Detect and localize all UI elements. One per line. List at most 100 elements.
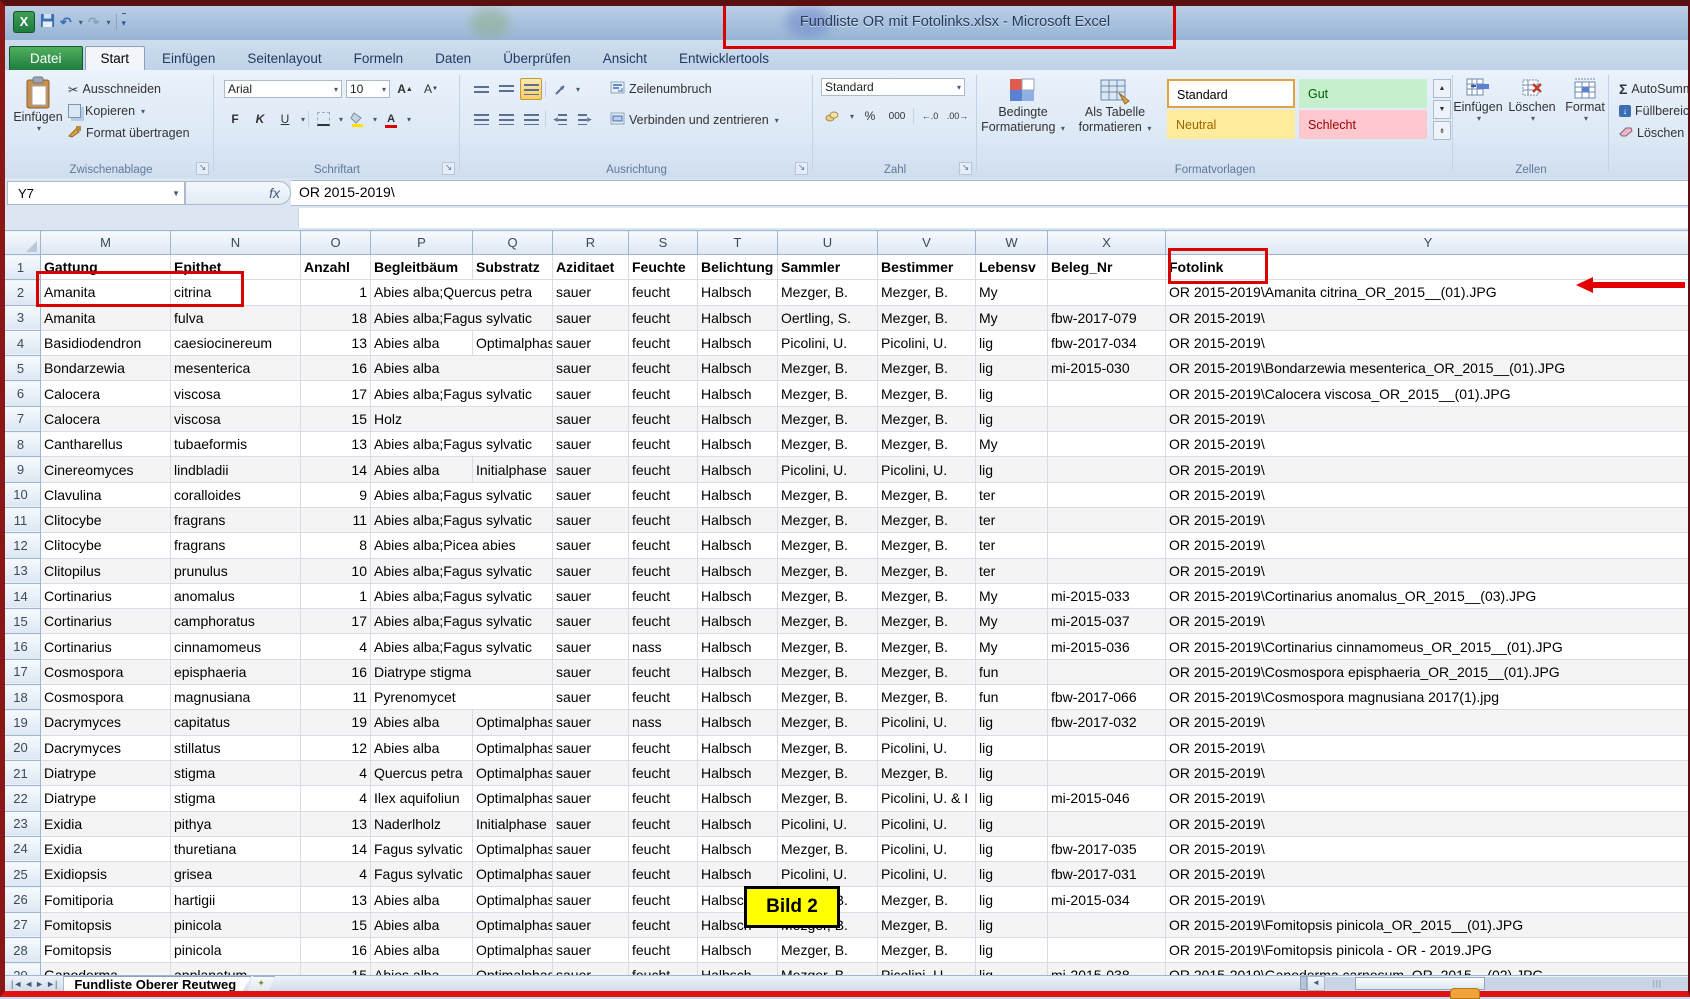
- row-number[interactable]: 29: [1, 963, 41, 975]
- cell[interactable]: Optimalphase: [473, 938, 553, 963]
- cell[interactable]: Abies alba;Picea abies: [371, 533, 553, 558]
- name-box[interactable]: Y7▼: [7, 181, 185, 205]
- row-number[interactable]: 23: [1, 811, 41, 836]
- tab-start[interactable]: Start: [85, 46, 146, 70]
- cell[interactable]: grisea: [171, 862, 301, 887]
- cell[interactable]: feucht: [629, 507, 698, 532]
- cell[interactable]: Mezger, B.: [778, 735, 878, 760]
- cell[interactable]: 14: [301, 457, 371, 482]
- cell[interactable]: Halbsch: [698, 482, 778, 507]
- cell[interactable]: mi-2015-037: [1048, 609, 1166, 634]
- cell[interactable]: sauer: [553, 938, 629, 963]
- cell[interactable]: lig: [976, 735, 1048, 760]
- cell[interactable]: sauer: [553, 305, 629, 330]
- cell[interactable]: OR 2015-2019\Cosmospora magnusiana 2017(…: [1166, 685, 1690, 710]
- cell[interactable]: feucht: [629, 305, 698, 330]
- row-number[interactable]: 9: [1, 457, 41, 482]
- cell[interactable]: feucht: [629, 406, 698, 431]
- cell[interactable]: sauer: [553, 887, 629, 912]
- cell[interactable]: Mezger, B.: [778, 609, 878, 634]
- cell[interactable]: Abies alba;Fagus sylvatic: [371, 634, 553, 659]
- cell[interactable]: Optimalphase: [473, 760, 553, 785]
- cell[interactable]: [1048, 482, 1166, 507]
- cell[interactable]: OR 2015-2019\: [1166, 507, 1690, 532]
- cell[interactable]: lig: [976, 786, 1048, 811]
- fill-color-button[interactable]: [346, 108, 368, 130]
- cell[interactable]: Mezger, B.: [778, 406, 878, 431]
- cell[interactable]: Halbsch: [698, 457, 778, 482]
- cell[interactable]: nass: [629, 634, 698, 659]
- cell[interactable]: ter: [976, 533, 1048, 558]
- cell[interactable]: Halbsch: [698, 330, 778, 355]
- formula-input[interactable]: OR 2015-2019\: [291, 180, 1690, 206]
- cell[interactable]: Mezger, B.: [878, 583, 976, 608]
- cell[interactable]: stigma: [171, 760, 301, 785]
- cell[interactable]: Halbsch: [698, 432, 778, 457]
- cell[interactable]: Mezger, B.: [878, 760, 976, 785]
- cell[interactable]: fbw-2017-034: [1048, 330, 1166, 355]
- cell[interactable]: OR 2015-2019\: [1166, 330, 1690, 355]
- cell[interactable]: feucht: [629, 356, 698, 381]
- cell[interactable]: OR 2015-2019\: [1166, 432, 1690, 457]
- column-header-P[interactable]: P: [371, 231, 473, 255]
- select-all-corner[interactable]: [1, 231, 41, 255]
- cell[interactable]: Ilex aquifoliun: [371, 786, 473, 811]
- styles-more-icon[interactable]: ⇟: [1433, 121, 1451, 140]
- cell[interactable]: Halbsch: [698, 406, 778, 431]
- cell[interactable]: OR 2015-2019\: [1166, 735, 1690, 760]
- row-number[interactable]: 26: [1, 887, 41, 912]
- cell[interactable]: Optimalphase: [473, 836, 553, 861]
- cell[interactable]: [1048, 280, 1166, 305]
- cell[interactable]: Picolini, U.: [878, 963, 976, 975]
- header-cell[interactable]: Begleitbäum: [371, 255, 473, 280]
- cell[interactable]: Abies alba;Fagus sylvatic: [371, 381, 553, 406]
- cell[interactable]: lig: [976, 710, 1048, 735]
- cell[interactable]: Exidia: [41, 836, 171, 861]
- cell[interactable]: sauer: [553, 381, 629, 406]
- cell[interactable]: 8: [301, 533, 371, 558]
- cell[interactable]: Abies alba;Fagus sylvatic: [371, 432, 553, 457]
- cell[interactable]: lig: [976, 963, 1048, 975]
- cell[interactable]: mi-2015-046: [1048, 786, 1166, 811]
- cell[interactable]: Optimalphase: [473, 735, 553, 760]
- tab-split-handle[interactable]: [1300, 976, 1307, 990]
- row-number[interactable]: 13: [1, 558, 41, 583]
- cell[interactable]: feucht: [629, 558, 698, 583]
- cell[interactable]: Basidiodendron: [41, 330, 171, 355]
- cell[interactable]: Picolini, U.: [878, 836, 976, 861]
- cell[interactable]: lig: [976, 887, 1048, 912]
- cell[interactable]: OR 2015-2019\: [1166, 482, 1690, 507]
- cell[interactable]: 4: [301, 786, 371, 811]
- cell[interactable]: lig: [976, 912, 1048, 937]
- column-header-S[interactable]: S: [629, 231, 698, 255]
- font-size-combo[interactable]: 10▾: [346, 80, 390, 98]
- cell[interactable]: Mezger, B.: [778, 760, 878, 785]
- decrease-indent-button[interactable]: ◂: [549, 108, 571, 130]
- cell[interactable]: feucht: [629, 533, 698, 558]
- cell[interactable]: Mezger, B.: [778, 634, 878, 659]
- cell[interactable]: Halbsch: [698, 609, 778, 634]
- row-number[interactable]: 3: [1, 305, 41, 330]
- accounting-format-button[interactable]: [821, 105, 843, 127]
- tab-datei[interactable]: Datei: [9, 46, 83, 70]
- cell[interactable]: Clitopilus: [41, 558, 171, 583]
- styles-scroll-down-icon[interactable]: ▼: [1433, 100, 1451, 119]
- cell[interactable]: feucht: [629, 887, 698, 912]
- cell[interactable]: episphaeria: [171, 659, 301, 684]
- cell[interactable]: Picolini, U.: [778, 330, 878, 355]
- cell[interactable]: 15: [301, 912, 371, 937]
- cell[interactable]: Abies alba;Fagus sylvatic: [371, 305, 553, 330]
- column-header-Y[interactable]: Y: [1166, 231, 1690, 255]
- style-standard[interactable]: Standard: [1167, 79, 1295, 108]
- cell[interactable]: 9: [301, 482, 371, 507]
- cell[interactable]: Mezger, B.: [778, 710, 878, 735]
- cell[interactable]: Picolini, U.: [878, 811, 976, 836]
- cell[interactable]: Cinereomyces: [41, 457, 171, 482]
- style-schlecht[interactable]: Schlecht: [1299, 110, 1427, 139]
- cell[interactable]: ter: [976, 558, 1048, 583]
- cell[interactable]: Fomitopsis: [41, 938, 171, 963]
- cell[interactable]: Clitocybe: [41, 507, 171, 532]
- cell[interactable]: OR 2015-2019\: [1166, 457, 1690, 482]
- cell[interactable]: OR 2015-2019\Amanita citrina_OR_2015__(0…: [1166, 280, 1690, 305]
- cell[interactable]: feucht: [629, 836, 698, 861]
